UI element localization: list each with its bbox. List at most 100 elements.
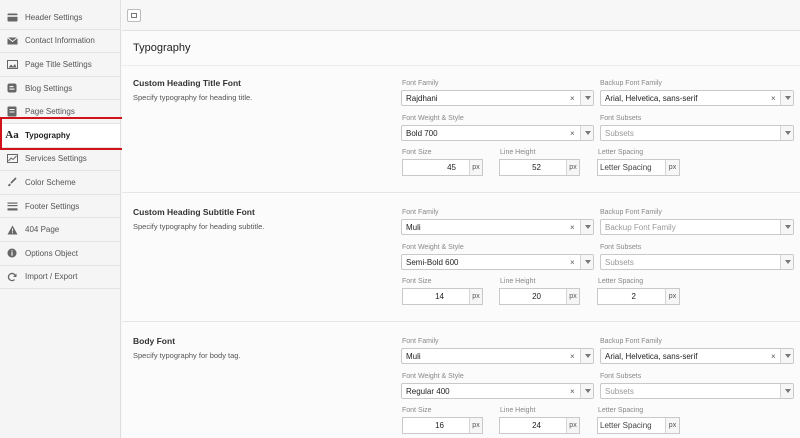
unit-label: px: [566, 160, 579, 175]
info-icon: [6, 247, 18, 259]
backup-font-family-select[interactable]: Backup Font Family: [600, 219, 794, 235]
sidebar-item-label: Services Settings: [25, 154, 87, 164]
letter-spacing-input[interactable]: Letter Spacing px: [597, 159, 680, 176]
sidebar-item-color-scheme[interactable]: Color Scheme: [0, 171, 120, 195]
input-value: 52: [532, 163, 541, 172]
backup-font-family-select[interactable]: Arial, Helvetica, sans-serif ×: [600, 90, 794, 106]
select-placeholder: Subsets: [605, 258, 634, 267]
sidebar-item-label: Header Settings: [25, 12, 83, 22]
font-family-select[interactable]: Muli ×: [401, 348, 594, 364]
font-weight-label: Font Weight & Style: [402, 115, 464, 122]
backup-font-family-label: Backup Font Family: [600, 338, 662, 345]
chevron-down-icon[interactable]: [580, 91, 593, 105]
font-size-label: Font Size: [402, 278, 432, 285]
chevron-down-icon[interactable]: [580, 349, 593, 363]
font-weight-select[interactable]: Semi-Bold 600 ×: [401, 254, 594, 270]
chevron-down-icon[interactable]: [780, 255, 793, 269]
select-value: Arial, Helvetica, sans-serif: [605, 352, 698, 361]
font-size-input[interactable]: 45 px: [402, 159, 483, 176]
section-title: Custom Heading Title Font: [133, 78, 241, 88]
line-height-label: Line Height: [500, 407, 536, 414]
clear-icon[interactable]: ×: [570, 94, 575, 103]
line-height-input[interactable]: 52 px: [499, 159, 580, 176]
chevron-down-icon[interactable]: [780, 220, 793, 234]
font-weight-label: Font Weight & Style: [402, 373, 464, 380]
chevron-down-icon[interactable]: [780, 91, 793, 105]
chevron-down-icon[interactable]: [780, 384, 793, 398]
select-value: Bold 700: [406, 129, 438, 138]
brush-icon: [6, 176, 18, 188]
layout-toggle-button[interactable]: [127, 9, 141, 22]
image-icon: [6, 58, 18, 70]
sidebar-item-page-title-settings[interactable]: Page Title Settings: [0, 53, 120, 77]
sidebar-item-import-export[interactable]: Import / Export: [0, 266, 120, 290]
font-family-label: Font Family: [402, 338, 439, 345]
font-subsets-select[interactable]: Subsets: [600, 125, 794, 141]
sidebar-item-options-object[interactable]: Options Object: [0, 242, 120, 266]
backup-font-family-label: Backup Font Family: [600, 209, 662, 216]
chevron-down-icon[interactable]: [580, 384, 593, 398]
section-title: Body Font: [133, 336, 176, 346]
line-height-input[interactable]: 20 px: [499, 288, 580, 305]
clear-icon[interactable]: ×: [570, 387, 575, 396]
unit-label: px: [566, 289, 579, 304]
chevron-down-icon[interactable]: [580, 220, 593, 234]
chevron-down-icon[interactable]: [780, 126, 793, 140]
input-value: 24: [532, 421, 541, 430]
input-value: 16: [435, 421, 444, 430]
clear-icon[interactable]: ×: [771, 352, 776, 361]
sidebar-item-services-settings[interactable]: Services Settings: [0, 148, 120, 172]
font-weight-select[interactable]: Regular 400 ×: [401, 383, 594, 399]
input-value: 45: [447, 163, 456, 172]
font-subsets-select[interactable]: Subsets: [600, 254, 794, 270]
unit-label: px: [469, 418, 482, 433]
line-height-label: Line Height: [500, 149, 536, 156]
sidebar-item-blog-settings[interactable]: Blog Settings: [0, 77, 120, 101]
backup-font-family-select[interactable]: Arial, Helvetica, sans-serif ×: [600, 348, 794, 364]
unit-label: px: [665, 289, 679, 304]
sidebar-item-404-page[interactable]: 404 Page: [0, 218, 120, 242]
letter-spacing-input[interactable]: Letter Spacing px: [597, 417, 680, 434]
select-value: Rajdhani: [406, 94, 438, 103]
sidebar-item-label: Footer Settings: [25, 201, 80, 211]
font-family-select[interactable]: Muli ×: [401, 219, 594, 235]
sidebar-item-label: Blog Settings: [25, 83, 73, 93]
chevron-down-icon[interactable]: [580, 255, 593, 269]
page-icon: [6, 106, 18, 118]
font-size-input[interactable]: 16 px: [402, 417, 483, 434]
sidebar-item-label: 404 Page: [25, 225, 60, 235]
letter-spacing-label: Letter Spacing: [598, 149, 644, 156]
typography-icon: Aa: [5, 129, 19, 142]
clear-icon[interactable]: ×: [570, 223, 575, 232]
select-placeholder: Subsets: [605, 387, 634, 396]
sidebar-item-page-settings[interactable]: Page Settings: [0, 100, 120, 124]
clear-icon[interactable]: ×: [771, 94, 776, 103]
font-weight-select[interactable]: Bold 700 ×: [401, 125, 594, 141]
input-value: 14: [435, 292, 444, 301]
layout-icon: [131, 13, 137, 18]
letter-spacing-input[interactable]: 2 px: [597, 288, 680, 305]
section-divider: [122, 192, 800, 193]
unit-label: px: [469, 289, 482, 304]
clear-icon[interactable]: ×: [570, 352, 575, 361]
sidebar-item-contact-information[interactable]: Contact Information: [0, 30, 120, 54]
sidebar-item-label: Page Settings: [25, 107, 75, 117]
font-size-label: Font Size: [402, 407, 432, 414]
chart-icon: [6, 153, 18, 165]
font-subsets-select[interactable]: Subsets: [600, 383, 794, 399]
sidebar-item-typography[interactable]: Aa Typography: [0, 123, 120, 148]
sidebar-item-header-settings[interactable]: Header Settings: [0, 6, 120, 30]
font-family-select[interactable]: Rajdhani ×: [401, 90, 594, 106]
sidebar-item-label: Options Object: [25, 248, 78, 258]
chevron-down-icon[interactable]: [780, 349, 793, 363]
select-value: Muli: [406, 223, 421, 232]
clear-icon[interactable]: ×: [570, 258, 575, 267]
sidebar-item-footer-settings[interactable]: Footer Settings: [0, 195, 120, 219]
select-value: Regular 400: [406, 387, 450, 396]
font-size-input[interactable]: 14 px: [402, 288, 483, 305]
line-height-input[interactable]: 24 px: [499, 417, 580, 434]
select-value: Muli: [406, 352, 421, 361]
chevron-down-icon[interactable]: [580, 126, 593, 140]
clear-icon[interactable]: ×: [570, 129, 575, 138]
unit-label: px: [665, 418, 679, 433]
